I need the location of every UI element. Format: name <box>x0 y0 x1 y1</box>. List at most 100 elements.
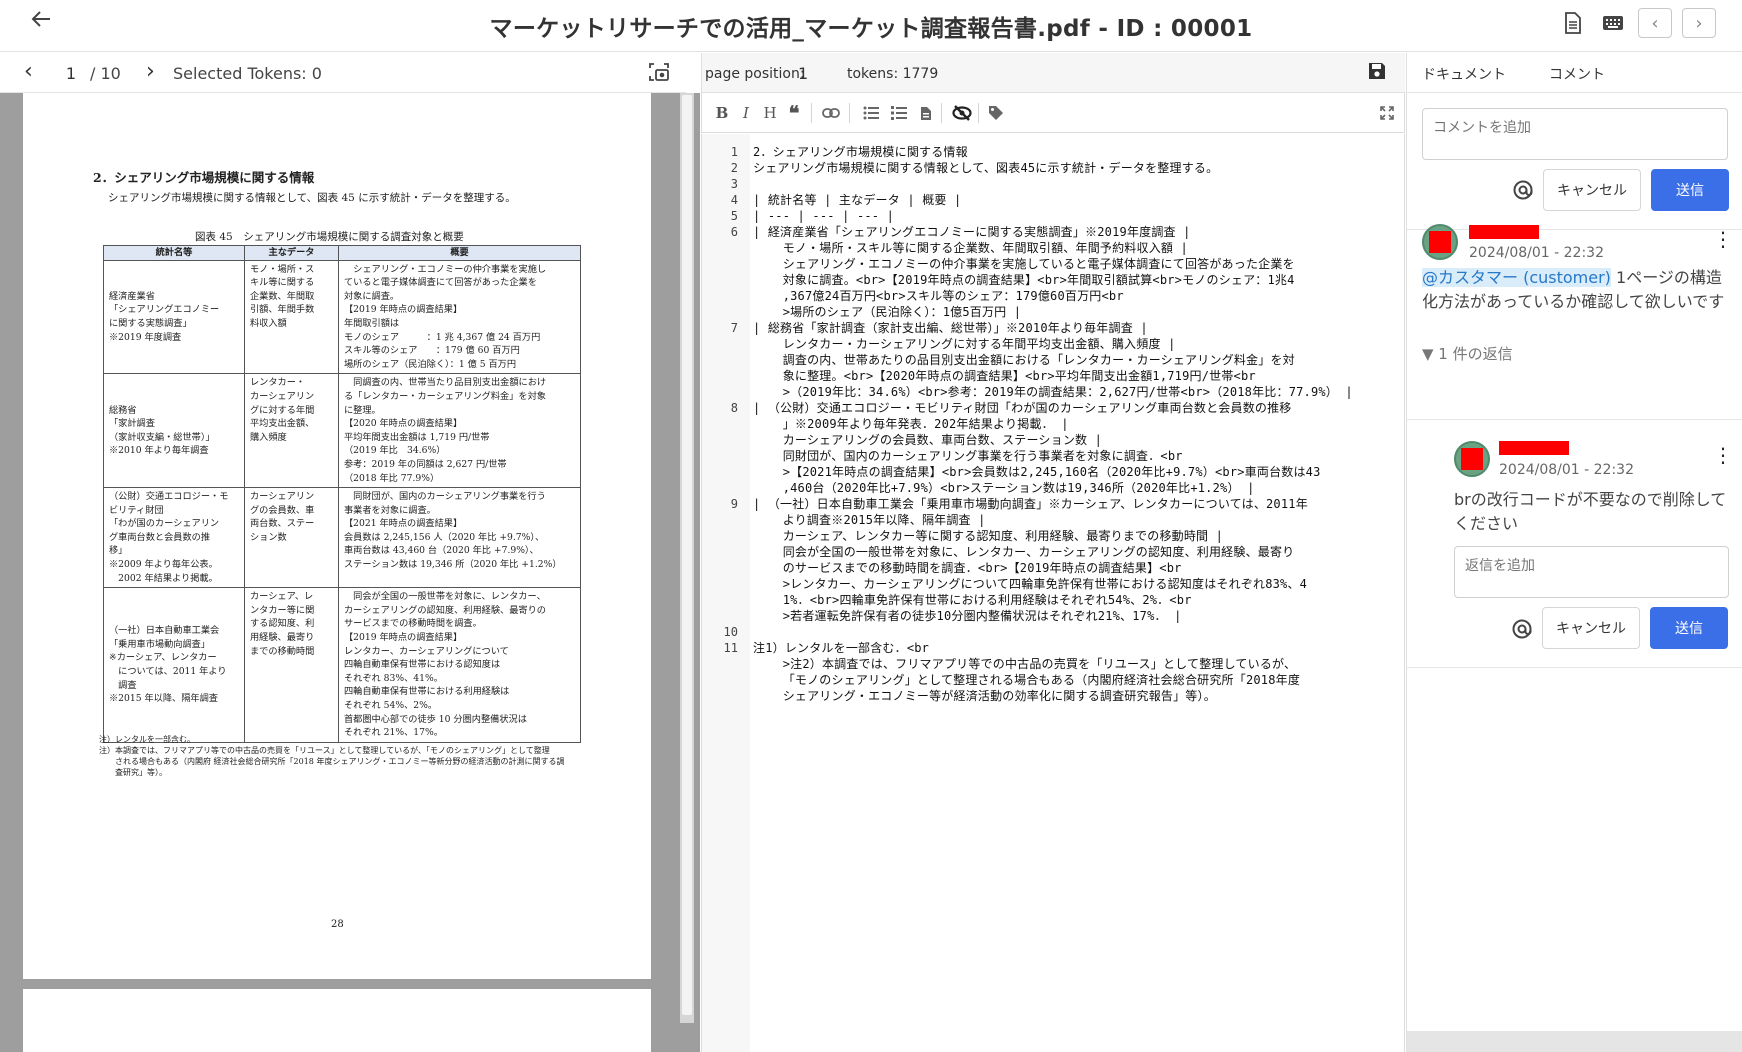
line-text: 1%．<br>四輪車免許保有世帯における利用経験はそれぞれ54%、2%．<br <box>753 593 1192 607</box>
pdf-toolbar: ‹ / 10 › Selected Tokens: 0 <box>0 53 686 93</box>
line-text: >（2019年比：34.6%）<br>参考：2019年の調査結果：2,627円/… <box>753 385 1353 399</box>
line-number: 5 <box>730 209 738 223</box>
next-page-icon[interactable]: › <box>146 59 155 84</box>
line-text: カーシェア、レンタカー等に関する認知度、利用経験、最寄りまでの移動時間 | <box>753 529 1224 543</box>
pdf-intro: シェアリング市場規模に関する情報として、図表 45 に示す統計・データを整理する… <box>108 192 516 204</box>
line-number: 1 <box>730 145 738 159</box>
bold-icon[interactable]: B <box>710 101 734 125</box>
cancel-button[interactable]: キャンセル <box>1543 169 1641 211</box>
pdf-figure-caption: 図表 45 シェアリング市場規模に関する調査対象と概要 <box>195 231 464 243</box>
heading-icon[interactable]: H <box>758 101 782 125</box>
italic-icon[interactable]: I <box>734 101 758 125</box>
line-number: 9 <box>730 497 738 511</box>
comment-date: 2024/08/01 - 22:32 <box>1469 245 1604 261</box>
screenshot-icon[interactable] <box>648 61 670 87</box>
replies-toggle[interactable]: ▼ 1 件の返信 <box>1422 343 1513 364</box>
page-total: / 10 <box>90 64 121 83</box>
pdf-viewport: 2．シェアリング市場規模に関する情報 シェアリング市場規模に関する情報として、図… <box>0 93 700 1052</box>
line-text: より調査※2015年以降、隔年調査 | <box>753 513 986 527</box>
pdf-cell-data: カーシェアリン グの会員数、車 両台数、ステー ション数 <box>244 487 339 589</box>
quote-icon[interactable]: ❝ <box>782 101 806 125</box>
pdf-cell-data: カーシェア、レ ンタカー等に関 する認知度、利 用経験、最寄り までの移動時間 <box>244 587 339 743</box>
reply-cancel-button[interactable]: キャンセル <box>1542 607 1640 649</box>
line-text: >【2021年時点の調査結果】<br>会員数は2,245,160名（2020年比… <box>753 465 1321 479</box>
pdf-table-row: （公財）交通エコロジー・モ ビリティ財団 「わが国のカーシェアリン グ車両台数と… <box>103 487 581 589</box>
line-text: のサービスまでの移動時間を調査．<br>【2019年時点の調査結果】<br <box>753 561 1182 575</box>
bullet-list-icon[interactable] <box>859 101 883 125</box>
line-text: 「モノのシェアリング」として整理される場合もある（内閣府経済社会総合研究所「20… <box>753 673 1301 687</box>
tag-icon[interactable] <box>984 101 1008 125</box>
avatar <box>1422 224 1458 260</box>
mention-tag[interactable]: @カスタマー (customer) <box>1422 268 1611 287</box>
prev-page-icon[interactable]: ‹ <box>24 59 33 84</box>
pdf-table-header: 主なデータ <box>244 245 339 261</box>
comments-panel: ドキュメント コメント キャンセル 送信 2024/08/01 - 22:32 … <box>1406 53 1742 1052</box>
reply-input[interactable] <box>1454 546 1729 598</box>
pdf-table: 統計名等 主なデータ 概要 経済産業省 「シェアリングエコノミー に関する実態調… <box>103 245 581 743</box>
pdf-table-header: 概要 <box>338 245 581 261</box>
mention-icon[interactable] <box>1511 618 1537 644</box>
pdf-next-page <box>23 989 651 1052</box>
chevron-left-icon[interactable]: ‹ <box>1638 8 1672 38</box>
tab-comments[interactable]: コメント <box>1549 64 1605 84</box>
preview-hide-icon[interactable] <box>950 101 974 125</box>
line-gutter <box>702 134 750 1052</box>
more-options-icon[interactable]: ⋮ <box>1713 443 1733 467</box>
pdf-heading: 2．シェアリング市場規模に関する情報 <box>93 170 315 185</box>
pdf-table-header: 統計名等 <box>103 245 245 261</box>
line-number: 11 <box>723 641 738 655</box>
comment-body: @カスタマー (customer) 1ページの構造化方法があっているか確認して欲… <box>1422 268 1725 311</box>
pdf-cell-name: （一社）日本自動車工業会 「乗用車市場動向調査」 ※カーシェア、レンタカー につ… <box>103 587 245 743</box>
line-text: 対象に調査。<br>【2019年時点の調査結果】<br>年間取引額試算<br>モ… <box>753 273 1295 287</box>
panel-tabs: ドキュメント コメント <box>1407 53 1742 93</box>
panel-scrollbar[interactable] <box>1407 1031 1742 1052</box>
save-icon[interactable] <box>1367 61 1387 85</box>
pdf-cell-data: レンタカー・ カーシェアリン グに対する年間 平均支出金額、 購入頻度 <box>244 373 339 489</box>
pdf-cell-data: モノ・場所・ス キル等に関する 企業数、年間取 引額、年間手数 料収入額 <box>244 259 339 375</box>
chevron-right-icon[interactable]: › <box>1682 8 1716 38</box>
pdf-scrollbar-thumb[interactable] <box>682 95 692 1015</box>
reply-send-button[interactable]: 送信 <box>1650 607 1728 649</box>
numbered-list-icon[interactable] <box>887 101 911 125</box>
line-number: 6 <box>730 225 738 239</box>
fullscreen-icon[interactable] <box>1375 101 1399 125</box>
line-text: 2．シェアリング市場規模に関する情報 <box>753 145 968 159</box>
line-number: 4 <box>730 193 738 207</box>
line-text: | --- | --- | --- | <box>753 209 895 223</box>
page-number-input[interactable] <box>56 61 86 85</box>
line-text: シェアリング・エコノミーの仲介事業を実施していると電子媒体調査にて回答があった企… <box>753 257 1295 271</box>
mention-icon[interactable] <box>1512 179 1538 205</box>
line-text: >レンタカー、カーシェアリングについて四輪車免許保有世帯における認知度はそれぞれ… <box>753 577 1308 591</box>
line-number: 2 <box>730 161 738 175</box>
pdf-cell-name: （公財）交通エコロジー・モ ビリティ財団 「わが国のカーシェアリン グ車両台数と… <box>103 487 245 589</box>
send-button[interactable]: 送信 <box>1651 169 1729 211</box>
code-editor[interactable]: 1 2．シェアリング市場規模に関する情報 2 シェアリング市場規模に関する情報として、… <box>701 134 1405 1052</box>
link-icon[interactable] <box>819 101 843 125</box>
pdf-table-row: 総務省 「家計調査 （家計収支編・総世帯）」 ※2010 年より毎年調査 レンタ… <box>103 373 581 489</box>
page-position-input[interactable] <box>798 61 838 85</box>
line-text: | （一社）日本自動車工業会「乗用車市場動向調査」※カーシェア、レンタカーについ… <box>753 497 1308 511</box>
line-number: 3 <box>730 177 738 191</box>
document-icon[interactable] <box>1558 8 1588 38</box>
line-text: 調査の内、世帯あたりの品目別支出金額における「レンタカー・カーシェアリング料金」… <box>753 353 1295 367</box>
line-text: 同財団が、国内のカーシェアリング事業を行う事業者を対象に調査．<br <box>753 449 1183 463</box>
more-options-icon[interactable]: ⋮ <box>1713 227 1733 251</box>
keyboard-icon[interactable] <box>1598 8 1628 38</box>
line-number: 7 <box>730 321 738 335</box>
line-text: | 総務省「家計調査（家計支出編、総世帯）」※2010年より毎年調査 | <box>753 321 1148 335</box>
file-icon[interactable] <box>914 101 938 125</box>
line-text: 」※2009年より毎年発表．202年結果より掲載． | <box>753 417 1069 431</box>
top-bar: マーケットリサーチでの活用_マーケット調査報告書.pdf - ID : 0000… <box>0 0 1742 52</box>
line-text: 同会が全国の一般世帯を対象に、レンタカー、カーシェアリングの認知度、利用経験、最… <box>753 545 1295 559</box>
pdf-cell-summary: シェアリング・エコノミーの仲介事業を実施し ていると電子媒体調査にて回答があった… <box>338 259 581 375</box>
line-text: ,367億24百万円<br>スキル等のシェア：179億60百万円<br <box>753 289 1124 303</box>
tab-document[interactable]: ドキュメント <box>1422 64 1506 84</box>
line-text: カーシェアリングの会員数、車両台数、ステーション数 | <box>753 433 1103 447</box>
line-text: シェアリング・エコノミー等が経済活動の効率化に関する調査研究報告」等）。 <box>753 689 1216 703</box>
line-text: >場所のシェア（民泊除く）：1億5百万円 | <box>753 305 1022 319</box>
new-comment-input[interactable] <box>1422 108 1728 160</box>
line-text: | 統計名等 | 主なデータ | 概要 | <box>753 193 962 207</box>
pdf-cell-summary: 同調査の内、世帯当たり品目別支出金額におけ る「レンタカー・カーシェアリング料金… <box>338 373 581 489</box>
page-position-label: page position: <box>705 66 805 82</box>
comment-date: 2024/08/01 - 22:32 <box>1499 462 1634 478</box>
